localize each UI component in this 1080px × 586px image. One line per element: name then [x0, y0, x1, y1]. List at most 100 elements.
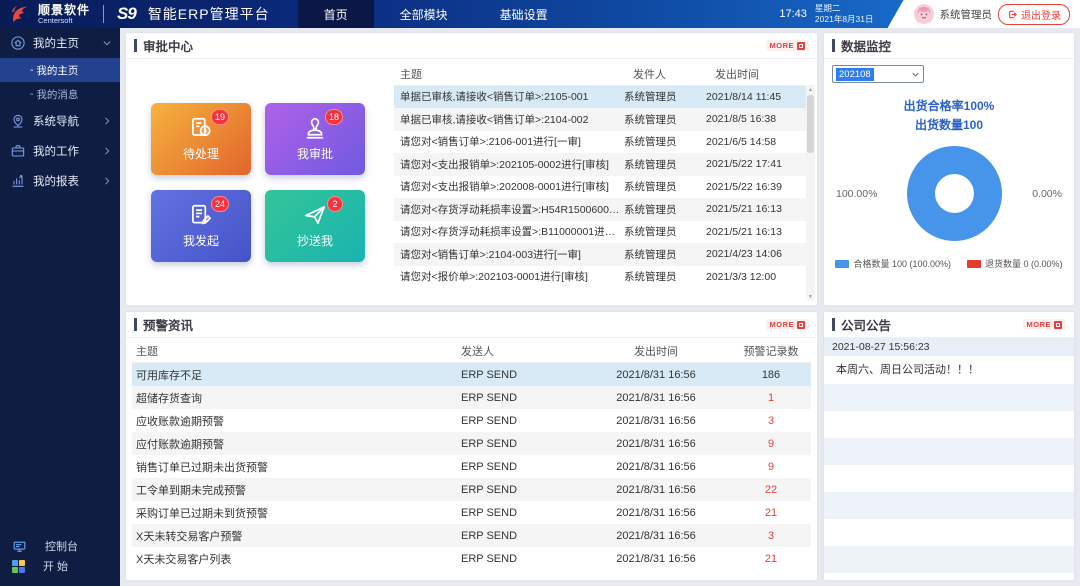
- row-time: 2021/8/31 16:56: [616, 460, 696, 473]
- approval-more-button[interactable]: MORE: [765, 40, 809, 51]
- row-subject: 可用库存不足: [136, 369, 202, 382]
- row-sender: 系统管理员: [624, 203, 677, 216]
- s9-logo: S9: [117, 4, 137, 23]
- donut-chart: [907, 146, 1003, 242]
- chevron-right-icon: [102, 176, 112, 186]
- stamp-icon: [302, 115, 328, 141]
- sidebar-subitem-0-0[interactable]: 我的主页: [0, 58, 120, 82]
- alert-row-3[interactable]: 应付账款逾期预警 ERP SEND 2021/8/31 16:56 9: [132, 432, 811, 455]
- approval-row-7[interactable]: 请您对<销售订单>:2104-003进行[一审] 系统管理员 2021/4/23 1…: [394, 243, 806, 266]
- start-button[interactable]: 开 始: [12, 556, 120, 576]
- sidebar-item-1[interactable]: 系统导航: [0, 106, 120, 136]
- logout-icon: [1007, 9, 1018, 20]
- row-sender: ERP SEND: [461, 460, 518, 473]
- alert-row-8[interactable]: X天未交易客户列表 ERP SEND 2021/8/31 16:56 21: [132, 547, 811, 570]
- row-time: 2021/5/22 17:41: [706, 158, 782, 171]
- home-icon: [10, 35, 26, 51]
- alert-row-1[interactable]: 超储存货查询 ERP SEND 2021/8/31 16:56 1: [132, 386, 811, 409]
- donut-right-label: 0.00%: [1032, 187, 1062, 200]
- announcement-empty-row: [824, 546, 1074, 573]
- row-sender: ERP SEND: [461, 391, 518, 404]
- sidebar-item-label: 我的主页: [33, 38, 79, 50]
- sidebar-item-3[interactable]: 我的报表: [0, 166, 120, 196]
- avatar[interactable]: [913, 4, 934, 24]
- announcement-date[interactable]: 2021-08-27 15:56:23: [824, 338, 1074, 356]
- console-button[interactable]: 控制台: [12, 536, 120, 556]
- console-icon: [12, 539, 27, 554]
- row-subject: 单据已审核,请接收<销售订单>:2105-001: [400, 91, 589, 104]
- logo-en: Centersoft: [38, 15, 73, 25]
- approval-row-3[interactable]: 请您对<支出报销单>:202105-0002进行[审核] 系统管理员 2021/5/…: [394, 153, 806, 176]
- row-subject: 请您对<销售订单>:2106-001进行[一审]: [400, 136, 581, 149]
- sidebar-item-0[interactable]: 我的主页: [0, 28, 120, 58]
- approval-row-5[interactable]: 请您对<存货浮动耗损率设置>:H54R15006002进行[审核]系统管理员 20…: [394, 198, 806, 221]
- donut-legend: 合格数量 100 (100.00%) 退货数量 0 (0.00%): [832, 257, 1066, 270]
- approval-row-0[interactable]: 单据已审核,请接收<销售订单>:2105-001 系统管理员 2021/8/14 1…: [394, 85, 806, 108]
- data-monitor-panel: 数据监控 202108 出货合格率100% 出货数量100 100.00% 0.…: [824, 33, 1074, 305]
- legend-item-0[interactable]: 合格数量 100 (100.00%): [835, 257, 951, 270]
- sidebar-subitem-0-1[interactable]: 我的消息: [0, 82, 120, 106]
- legend-swatch: [967, 259, 981, 268]
- scroll-thumb[interactable]: [807, 94, 814, 153]
- legend-label: 退货数量 0 (0.00%): [985, 259, 1063, 270]
- nav-item-2[interactable]: 基础设置: [474, 0, 574, 28]
- approval-row-2[interactable]: 请您对<销售订单>:2106-001进行[一审] 系统管理员 2021/6/5 14…: [394, 131, 806, 154]
- col-time: 发出时间: [634, 346, 678, 358]
- title-accent-bar: [832, 39, 835, 52]
- tile-count-badge: 24: [210, 195, 229, 212]
- approval-tile-0[interactable]: 19 待处理: [151, 102, 251, 175]
- row-sender: ERP SEND: [461, 483, 518, 496]
- approval-scrollbar[interactable]: ▲ ▼: [806, 85, 815, 301]
- approval-row-8[interactable]: 请您对<报价单>:202103-0001进行[审核] 系统管理员 2021/3/3 …: [394, 266, 806, 289]
- alert-row-7[interactable]: X天未转交易客户预警 ERP SEND 2021/8/31 16:56 3: [132, 524, 811, 547]
- alert-row-0[interactable]: 可用库存不足 ERP SEND 2021/8/31 16:56 186: [132, 363, 811, 386]
- row-alert-count: 3: [767, 529, 775, 542]
- announcement-empty-row: [824, 519, 1074, 546]
- scroll-down-icon[interactable]: ▼: [808, 294, 813, 300]
- row-time: 2021/5/21 16:13: [706, 203, 782, 216]
- row-time: 2021/5/21 16:13: [706, 225, 782, 238]
- approval-tile-2[interactable]: 24 我发起: [151, 189, 251, 262]
- row-sender: 系统管理员: [624, 271, 677, 284]
- approval-tiles: 19 待处理 18 我审批 24 我发起 2 抄送我: [126, 59, 390, 305]
- announcement-content: 本周六、周日公司活动！！！: [836, 364, 979, 376]
- col-time: 发出时间: [715, 68, 759, 81]
- chevron-down-icon: [102, 38, 112, 48]
- announcements-more-button[interactable]: MORE: [1022, 319, 1066, 330]
- approval-tile-3[interactable]: 2 抄送我: [265, 189, 365, 262]
- nav-item-1[interactable]: 全部模块: [374, 0, 474, 28]
- main-nav: 首页 全部模块 基础设置: [297, 0, 574, 28]
- row-time: 2021/8/31 16:56: [616, 368, 696, 381]
- announcement-empty-row: [824, 384, 1074, 411]
- alerts-more-button[interactable]: MORE: [765, 319, 809, 330]
- alert-row-4[interactable]: 销售订单已过期未出货预警 ERP SEND 2021/8/31 16:56 9: [132, 455, 811, 478]
- legend-item-1[interactable]: 退货数量 0 (0.00%): [967, 257, 1063, 270]
- tile-label: 我审批: [296, 147, 333, 161]
- logout-button[interactable]: 退出登录: [998, 3, 1070, 25]
- title-accent-bar: [134, 318, 137, 331]
- approval-row-4[interactable]: 请您对<支出报销单>:202008-0001进行[审核] 系统管理员 2021/5/…: [394, 176, 806, 199]
- alert-row-5[interactable]: 工令单到期未完成预警 ERP SEND 2021/8/31 16:56 22: [132, 478, 811, 501]
- user-area: 系统管理员 退出登录: [887, 0, 1080, 28]
- row-alert-count: 21: [764, 506, 778, 519]
- row-sender: 系统管理员: [624, 136, 677, 149]
- sidebar-item-2[interactable]: 我的工作: [0, 136, 120, 166]
- tile-label: 我发起: [182, 234, 219, 248]
- row-subject: 工令单到期未完成预警: [136, 484, 246, 497]
- approval-row-1[interactable]: 单据已审核,请接收<销售订单>:2104-002 系统管理员 2021/8/5 16…: [394, 108, 806, 131]
- brand-area: 顺景软件 Centersoft S9 智能ERP管理平台: [0, 3, 270, 25]
- tile-count-badge: 19: [210, 108, 229, 125]
- announcement-empty-row: [824, 438, 1074, 465]
- approval-row-6[interactable]: 请您对<存货浮动耗损率设置>:B11000001进行[审核] 系统管理员 2021/…: [394, 221, 806, 244]
- chevron-right-icon: [102, 116, 112, 126]
- row-sender: 系统管理员: [624, 158, 677, 171]
- period-select[interactable]: 202108: [832, 65, 924, 83]
- nav-item-0[interactable]: 首页: [297, 0, 374, 28]
- announcement-empty-row: [824, 411, 1074, 438]
- scroll-up-icon[interactable]: ▲: [808, 87, 813, 93]
- more-icon: [797, 320, 805, 329]
- row-sender: ERP SEND: [461, 529, 518, 542]
- alert-row-2[interactable]: 应收账款逾期预警 ERP SEND 2021/8/31 16:56 3: [132, 409, 811, 432]
- approval-tile-1[interactable]: 18 我审批: [265, 102, 365, 175]
- alert-row-6[interactable]: 采购订单已过期未到货预警 ERP SEND 2021/8/31 16:56 21: [132, 501, 811, 524]
